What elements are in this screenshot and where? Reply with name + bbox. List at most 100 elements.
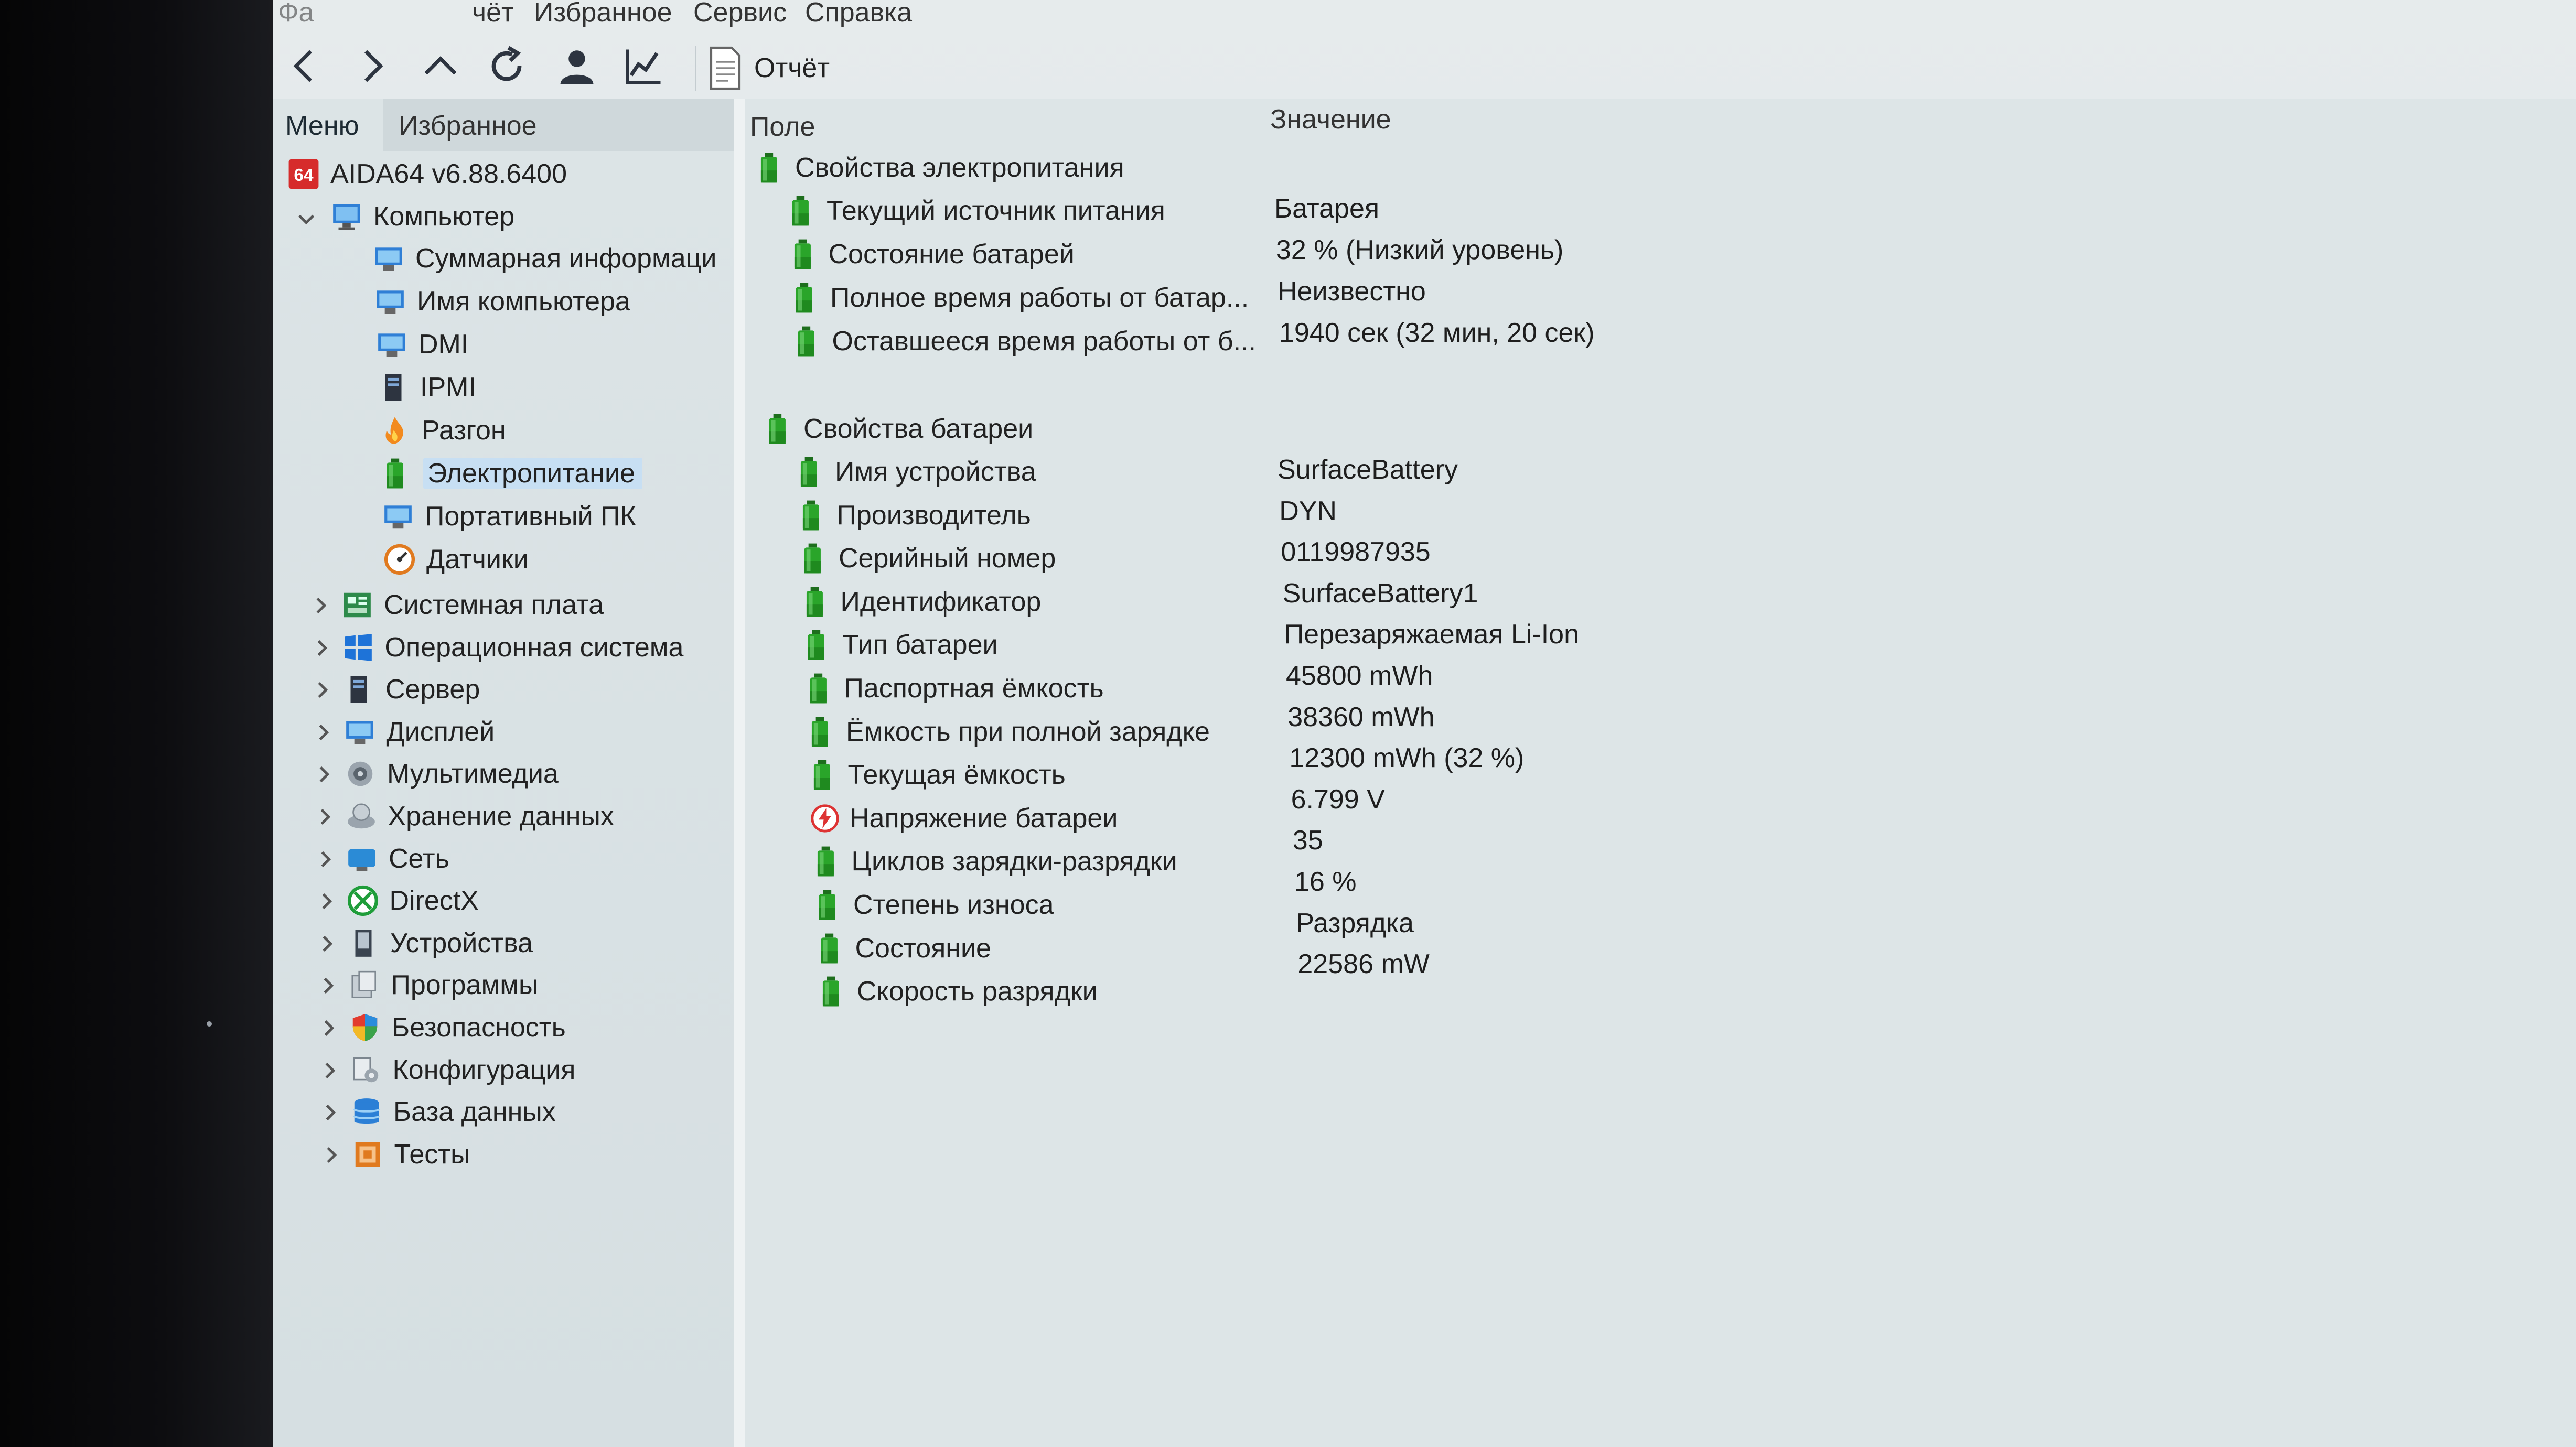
column-header-value[interactable]: Значение [1270, 104, 1391, 135]
chevron-right-icon[interactable] [318, 975, 339, 996]
chevron-right-icon[interactable] [320, 1102, 341, 1123]
tree-item-summary[interactable]: Суммарная информаци [372, 238, 716, 279]
tree-item-software[interactable]: Программы [348, 965, 539, 1006]
report-button[interactable]: Отчёт [708, 42, 830, 94]
menu-service[interactable]: Сервис [693, 0, 787, 28]
chevron-right-icon[interactable] [312, 679, 333, 700]
property-row[interactable]: Тип батареи [802, 624, 998, 666]
user-button[interactable] [552, 41, 602, 91]
tab-favorites[interactable]: Избранное [399, 110, 537, 142]
tree-item-power[interactable]: Электропитание [380, 453, 642, 494]
tree-item-computer[interactable]: Компьютер [330, 196, 514, 237]
storage-icon [347, 803, 375, 829]
property-field: Оставшееся время работы от б... [832, 326, 1256, 357]
software-icon [351, 971, 376, 998]
property-row[interactable]: Состояние батарей [789, 233, 1075, 275]
multimedia-icon [348, 762, 373, 786]
column-header-field[interactable]: Поле [750, 111, 815, 143]
chevron-right-icon[interactable] [321, 1144, 342, 1165]
chevron-right-icon[interactable] [319, 1060, 340, 1081]
property-row[interactable]: Полное время работы от батар... [790, 277, 1249, 319]
tree-item-sensors[interactable]: Датчики [383, 539, 529, 580]
tree-item-label: Датчики [426, 544, 529, 575]
property-row[interactable]: Оставшееся время работы от б... [792, 320, 1256, 362]
tree-item-security[interactable]: Безопасность [349, 1007, 566, 1048]
property-row[interactable]: Ёмкость при полной зарядке [806, 711, 1210, 753]
tree-item-ipmi[interactable]: IPMI [377, 367, 476, 408]
property-row[interactable]: Скорость разрядки [817, 970, 1098, 1012]
group-header[interactable]: Свойства электропитания [755, 147, 1124, 189]
property-row[interactable]: Напряжение батареи [810, 797, 1118, 839]
property-field: Ёмкость при полной зарядке [846, 716, 1210, 747]
menu-favorites[interactable]: Избранное [534, 0, 672, 28]
tree-item-multimedia[interactable]: Мультимедиа [344, 753, 559, 794]
property-row[interactable]: Текущая ёмкость [808, 754, 1066, 796]
tree-item-portable-pc[interactable]: Портативный ПК [382, 496, 636, 537]
property-field: Состояние [855, 933, 991, 964]
property-value: DYN [1279, 495, 1337, 526]
tree-item-label: Хранение данных [388, 801, 614, 832]
tree-item-motherboard[interactable]: Системная плата [341, 585, 604, 625]
battery-icon [794, 239, 811, 269]
tree-item-label: Электропитание [423, 458, 642, 489]
up-button[interactable] [415, 41, 466, 91]
tree-item-devices[interactable]: Устройства [347, 923, 533, 964]
tree-item-computer-name[interactable]: Имя компьютера [374, 281, 630, 322]
property-field: Напряжение батареи [850, 803, 1118, 834]
back-button[interactable] [280, 41, 330, 91]
tree-item-directx[interactable]: DirectX [347, 880, 479, 921]
tree-root[interactable]: 64 AIDA64 v6.88.6400 [287, 154, 567, 195]
chevron-right-icon[interactable] [315, 806, 336, 827]
property-field: Идентификатор [840, 586, 1042, 617]
refresh-button[interactable] [481, 41, 532, 91]
property-row[interactable]: Степень износа [813, 884, 1054, 926]
tree-item-server[interactable]: Сервер [342, 669, 480, 710]
property-row[interactable]: Серийный номер [799, 537, 1056, 579]
chevron-right-icon[interactable] [317, 933, 338, 954]
chevron-right-icon[interactable] [313, 722, 334, 743]
forward-button[interactable] [346, 41, 396, 91]
tree-item-operating-system[interactable]: Операционная система [342, 627, 683, 668]
chevron-right-icon[interactable] [314, 764, 335, 785]
tree-item-benchmark[interactable]: Тесты [351, 1134, 470, 1175]
chevron-down-icon[interactable] [296, 209, 317, 230]
property-value: 32 % (Низкий уровень) [1276, 235, 1564, 265]
battery-icon [821, 933, 838, 964]
network-icon [348, 849, 375, 871]
tree-item-dmi[interactable]: DMI [375, 324, 468, 365]
security-icon [352, 1014, 378, 1041]
menu-file[interactable]: Фа [278, 0, 314, 28]
chevron-right-icon[interactable] [318, 1018, 339, 1039]
tree-item-label: Суммарная информаци [415, 243, 717, 274]
voltage-icon [811, 804, 839, 833]
property-row[interactable]: Текущий источник питания [787, 190, 1165, 232]
chevron-right-icon[interactable] [312, 638, 332, 658]
property-row[interactable]: Состояние [815, 927, 991, 969]
tree-item-label: Сервер [385, 674, 480, 705]
tree-item-network[interactable]: Сеть [346, 838, 449, 879]
tree-item-label: Системная плата [384, 590, 604, 620]
chart-button[interactable] [619, 41, 669, 91]
property-row[interactable]: Циклов зарядки-разрядки [812, 840, 1177, 882]
tree-item-config[interactable]: Конфигурация [350, 1050, 575, 1090]
tree-item-database[interactable]: База данных [350, 1092, 556, 1132]
tree-item-overclock[interactable]: Разгон [379, 410, 506, 451]
chevron-right-icon[interactable] [315, 849, 336, 870]
menu-help[interactable]: Справка [805, 0, 912, 28]
property-row[interactable]: Паспортная ёмкость [804, 667, 1104, 709]
toolbar-separator [695, 46, 696, 91]
panel-divider[interactable] [734, 99, 746, 1447]
property-value: Перезаряжаемая Li-Ion [1284, 619, 1580, 650]
property-row[interactable]: Производитель [797, 494, 1031, 536]
chevron-right-icon[interactable] [310, 595, 331, 616]
property-row[interactable]: Имя устройства [795, 451, 1036, 493]
tab-menu[interactable]: Меню [285, 110, 359, 142]
menu-report[interactable]: чёт [472, 0, 514, 28]
tree-item-storage[interactable]: Хранение данных [345, 796, 614, 837]
group-header[interactable]: Свойства батареи [764, 408, 1033, 450]
tree-item-display[interactable]: Дисплей [344, 711, 495, 752]
property-row[interactable]: Идентификатор [801, 581, 1042, 623]
tree-item-label: Программы [391, 970, 539, 1001]
config-icon [352, 1057, 378, 1082]
chevron-right-icon[interactable] [316, 891, 337, 912]
